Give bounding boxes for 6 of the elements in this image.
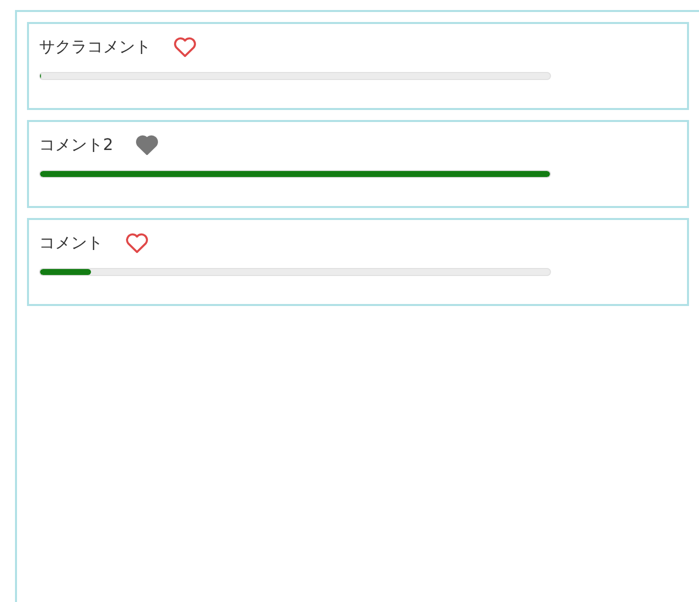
comment-text: コメント2 — [39, 134, 114, 156]
heart-icon[interactable] — [173, 36, 197, 58]
comment-text: サクラコメント — [39, 36, 151, 58]
heart-icon[interactable] — [125, 232, 149, 254]
comment-text: コメント — [39, 232, 103, 254]
heart-icon[interactable] — [135, 134, 160, 156]
